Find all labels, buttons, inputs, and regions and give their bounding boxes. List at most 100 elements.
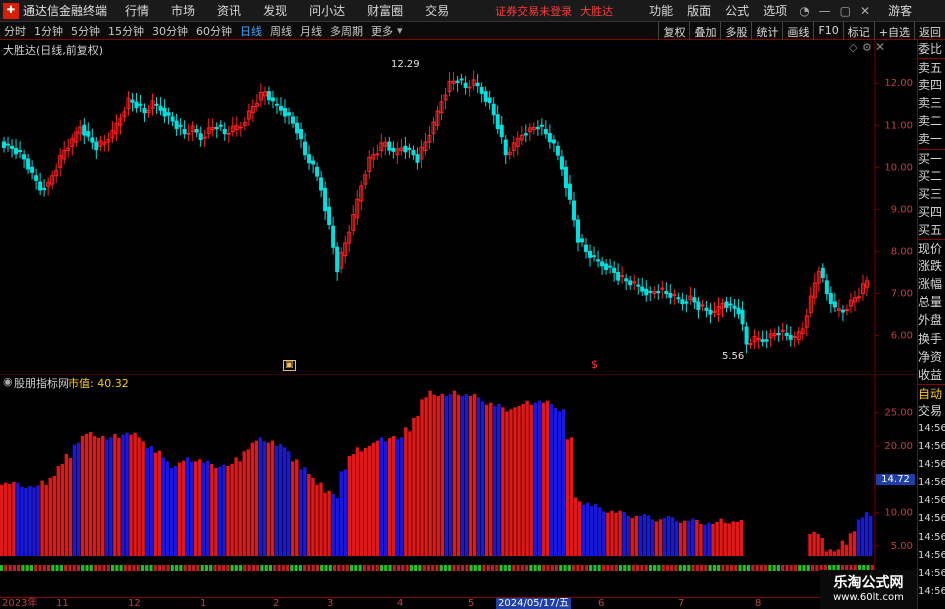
login-notice[interactable]: 证券交易未登录 (495, 3, 572, 19)
indicator-bar (20, 486, 24, 556)
indicator-bar (117, 438, 121, 556)
candle-body (226, 132, 231, 135)
indicator-svg[interactable]: 25.0020.0015.0010.005.00 (0, 373, 917, 579)
volume-strip-cell (204, 565, 209, 571)
menu-formula[interactable]: 公式 (725, 2, 749, 19)
period-5min[interactable]: 5分钟 (67, 23, 104, 39)
volume-strip-cell (422, 565, 426, 571)
guest-user[interactable]: 游客 (888, 2, 912, 19)
close-panel-icon[interactable]: ✕ (875, 40, 885, 54)
indicator-bar (444, 396, 449, 556)
candle-body (648, 290, 653, 293)
period-30min[interactable]: 30分钟 (148, 23, 192, 39)
tool-mark[interactable]: 标记 (842, 22, 874, 40)
tool-f10[interactable]: F10 (813, 22, 842, 40)
period-60min[interactable]: 60分钟 (192, 23, 236, 39)
indicator-bar (464, 394, 469, 556)
tool-draw[interactable]: 画线 (782, 22, 813, 40)
menu-item-trade[interactable]: 交易 (425, 2, 449, 19)
menu-item-market[interactable]: 市场 (171, 2, 195, 19)
period-monthly[interactable]: 月线 (296, 23, 326, 39)
tool-add-watchlist[interactable]: +自选 (873, 22, 914, 40)
indicator-bar (92, 436, 97, 556)
volume-strip-cell (580, 565, 584, 571)
period-1min[interactable]: 1分钟 (30, 23, 67, 39)
period-more[interactable]: 更多 (367, 23, 397, 39)
candle-body (186, 132, 191, 135)
menu-item-quotes[interactable]: 行情 (125, 2, 149, 19)
candle-body (14, 147, 19, 155)
indicator-toggle-icon[interactable]: ◉ (3, 375, 13, 388)
menu-layout[interactable]: 版面 (687, 2, 711, 19)
minimize-icon[interactable]: — (819, 4, 831, 18)
volume-strip-cell (729, 565, 734, 571)
event-marker-icon[interactable]: ▣ (283, 360, 296, 371)
indicator-bar (214, 468, 218, 556)
period-daily[interactable]: 日线 (236, 23, 266, 39)
volume-strip-cell (764, 565, 768, 571)
candle-body (555, 145, 560, 156)
candle-body (692, 297, 697, 303)
volume-strip-cell (798, 565, 802, 571)
volume-strip-cell (550, 565, 554, 571)
volume-strip-cell (110, 565, 115, 571)
indicator-bar (622, 512, 626, 556)
candle-body (588, 250, 593, 258)
indicator-chart[interactable]: 25.0020.0015.0010.005.00 ◉ 股朋指标网 市值: 40.… (0, 373, 917, 579)
candle-body (547, 133, 552, 143)
date-label: 8 (755, 598, 762, 609)
quote-time: 14:56 (918, 585, 945, 597)
period-intraday[interactable]: 分时 (0, 23, 30, 39)
quote-time: 14:56 (918, 513, 945, 525)
quote-row: 买二 (918, 168, 943, 183)
menu-item-ask[interactable]: 问小达 (309, 2, 345, 19)
candle-body (592, 255, 597, 258)
tool-multi-stock[interactable]: 多股 (720, 22, 751, 40)
indicator-bar (606, 512, 610, 556)
more-dropdown-icon[interactable]: ▾ (397, 24, 403, 37)
volume-strip-cell (277, 565, 281, 571)
candle-body (335, 246, 340, 273)
menu-options[interactable]: 选项 (763, 2, 787, 19)
volume-strip-cell (465, 565, 469, 571)
volume-strip-cell (610, 565, 614, 571)
period-15min[interactable]: 15分钟 (104, 23, 148, 39)
tool-back[interactable]: 返回 (914, 22, 945, 40)
indicator-bar (533, 402, 537, 556)
menu-function[interactable]: 功能 (649, 2, 673, 19)
diamond-icon[interactable]: ◇ (849, 41, 857, 54)
settings-icon[interactable]: ⚙ (862, 41, 872, 54)
volume-strip-cell (175, 565, 179, 571)
volume-strip-cell (217, 565, 221, 571)
maximize-icon[interactable]: ▢ (840, 4, 851, 18)
kline-chart[interactable]: 12.00 11.00 10.00 9.00 8.00 7.00 6.00 大胜达(日线,前… (0, 40, 917, 373)
period-multi[interactable]: 多周期 (326, 23, 367, 39)
candle-body (178, 124, 183, 127)
tool-adjust[interactable]: 复权 (658, 22, 689, 40)
indicator-bar (28, 486, 32, 556)
volume-strip-cell (678, 565, 682, 571)
volume-strip-cell (166, 565, 170, 571)
period-weekly[interactable]: 周线 (266, 23, 296, 39)
menu-item-discover[interactable]: 发现 (263, 2, 287, 19)
indicator-axis-label: 20.00 (884, 441, 913, 452)
candle-body (788, 335, 793, 340)
menu-item-wealth[interactable]: 财富圈 (367, 2, 403, 19)
indicator-bar (250, 442, 255, 556)
volume-strip-cell (665, 565, 670, 571)
indicator-bar (416, 416, 420, 556)
candle-body (82, 124, 87, 136)
volume-strip-cell (486, 565, 490, 571)
indicator-bar (234, 457, 238, 556)
help-icon[interactable]: ◔ (799, 4, 809, 18)
close-icon[interactable]: ✕ (860, 4, 870, 18)
tool-stats[interactable]: 统计 (751, 22, 782, 40)
menu-item-news[interactable]: 资讯 (217, 2, 241, 19)
volume-strip-cell (371, 565, 375, 571)
watermark: 乐淘公式网 www.60lt.com (820, 570, 917, 609)
volume-strip-cell (332, 565, 337, 571)
kline-svg[interactable]: 12.00 11.00 10.00 9.00 8.00 7.00 6.00 (0, 40, 917, 373)
tool-overlay[interactable]: 叠加 (689, 22, 720, 40)
candle-body (495, 114, 500, 130)
volume-strip-cell (601, 565, 606, 571)
